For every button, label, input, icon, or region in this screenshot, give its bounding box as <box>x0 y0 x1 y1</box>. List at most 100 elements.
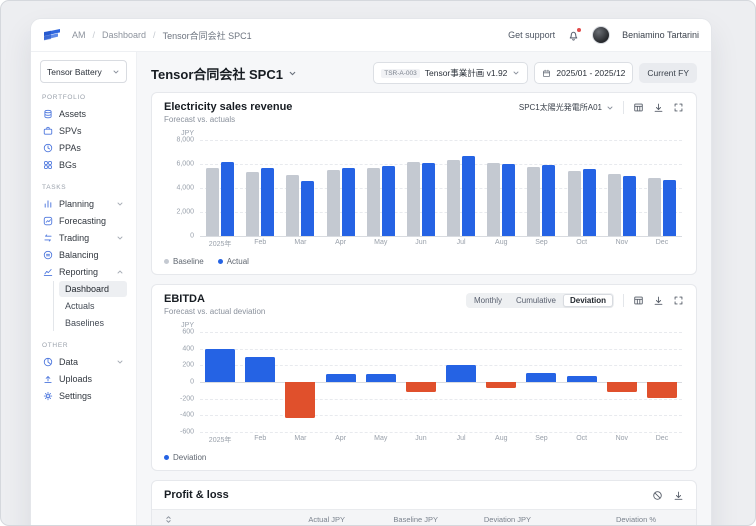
toggle-cumulative[interactable]: Cumulative <box>509 294 563 307</box>
x-axis-label: Dec <box>655 435 669 442</box>
baseline-bar[interactable] <box>366 167 380 236</box>
reporting-subitems: Dashboard Actuals Baselines <box>53 281 127 331</box>
column-header-baseline[interactable]: Baseline JPY <box>345 515 438 524</box>
sidebar: Tensor Battery PORTFOLIO Assets SPVs PPA… <box>31 52 137 525</box>
x-axis-label: Oct <box>576 435 588 442</box>
deviation-bar[interactable] <box>325 374 356 382</box>
plan-version-select[interactable]: TSR-A-003 Tensor事業計画 v1.92 <box>373 62 529 84</box>
view-toggle-group: Monthly Cumulative Deviation <box>465 293 614 308</box>
sidebar-item-planning[interactable]: Planning <box>40 195 127 212</box>
deviation-bar[interactable] <box>526 372 557 382</box>
breadcrumb-item[interactable]: Dashboard <box>102 30 146 40</box>
expand-icon[interactable] <box>673 295 684 306</box>
sidebar-item-reporting[interactable]: Reporting <box>40 263 127 280</box>
sidebar-item-ppas[interactable]: PPAs <box>40 139 127 156</box>
page-title[interactable]: Tensor合同会社 SPC1 <box>151 64 297 83</box>
actual-bar[interactable] <box>261 167 275 236</box>
download-icon[interactable] <box>653 295 664 306</box>
deviation-bar[interactable] <box>646 382 677 399</box>
deviation-bar[interactable] <box>606 382 637 392</box>
actual-bar[interactable] <box>662 179 676 236</box>
deviation-bar[interactable] <box>405 382 436 392</box>
actual-bar[interactable] <box>221 161 235 236</box>
sidebar-item-label: Balancing <box>59 249 99 260</box>
download-icon[interactable] <box>653 102 664 113</box>
actual-bar[interactable] <box>542 165 556 236</box>
deviation-bar[interactable] <box>245 356 276 382</box>
column-header-deviation-pct[interactable]: Deviation % <box>531 515 684 524</box>
baseline-bar[interactable] <box>286 174 300 236</box>
sidebar-item-settings[interactable]: Settings <box>40 387 127 404</box>
legend-item[interactable]: Baseline <box>164 257 204 266</box>
current-fy-button[interactable]: Current FY <box>639 63 697 83</box>
bar-group <box>521 332 561 432</box>
expand-all-icon[interactable] <box>164 515 173 524</box>
breadcrumb-item[interactable]: AM <box>72 30 86 40</box>
page-header: Tensor合同会社 SPC1 TSR-A-003 Tensor事業計画 v1.… <box>137 52 711 92</box>
sidebar-item-label: Assets <box>59 108 87 119</box>
sidebar-item-spvs[interactable]: SPVs <box>40 122 127 139</box>
get-support-link[interactable]: Get support <box>508 30 555 40</box>
baseline-bar[interactable] <box>406 162 420 236</box>
deviation-bar[interactable] <box>566 376 597 382</box>
baseline-bar[interactable] <box>206 167 220 236</box>
actual-bar[interactable] <box>622 176 636 236</box>
deviation-bar[interactable] <box>205 348 236 382</box>
sidebar-subitem-dashboard[interactable]: Dashboard <box>59 281 127 297</box>
sidebar-item-label: Planning <box>59 198 95 209</box>
sidebar-item-forecasting[interactable]: Forecasting <box>40 212 127 229</box>
download-icon[interactable] <box>673 490 684 501</box>
hide-zeros-icon[interactable] <box>652 490 663 501</box>
sidebar-subitem-baselines[interactable]: Baselines <box>59 315 127 331</box>
baseline-bar[interactable] <box>607 174 621 236</box>
sidebar-item-uploads[interactable]: Uploads <box>40 370 127 387</box>
actual-bar[interactable] <box>301 180 315 236</box>
baseline-bar[interactable] <box>567 170 581 236</box>
baseline-bar[interactable] <box>527 167 541 236</box>
bar-group <box>321 332 361 432</box>
table-view-icon[interactable] <box>633 295 644 306</box>
notification-dot <box>577 27 582 32</box>
deviation-bar[interactable] <box>365 374 396 382</box>
baseline-bar[interactable] <box>447 160 461 236</box>
legend-item[interactable]: Deviation <box>164 453 206 462</box>
sidebar-item-bgs[interactable]: BGs <box>40 156 127 173</box>
baseline-bar[interactable] <box>246 172 260 236</box>
sidebar-item-trading[interactable]: Trading <box>40 229 127 246</box>
organization-select[interactable]: Tensor Battery <box>40 60 127 83</box>
baseline-bar[interactable] <box>487 162 501 236</box>
actual-bar[interactable] <box>341 168 355 236</box>
header-controls: TSR-A-003 Tensor事業計画 v1.92 2025/01 - 202… <box>373 62 697 84</box>
main-content: Tensor合同会社 SPC1 TSR-A-003 Tensor事業計画 v1.… <box>137 52 711 525</box>
actual-bar[interactable] <box>381 166 395 236</box>
actual-bar[interactable] <box>582 169 596 236</box>
bar-group <box>200 140 240 236</box>
user-avatar[interactable] <box>592 26 611 44</box>
sidebar-item-assets[interactable]: Assets <box>40 105 127 122</box>
legend-item[interactable]: Actual <box>217 257 249 266</box>
legend-label: Baseline <box>173 257 204 266</box>
sidebar-subitem-actuals[interactable]: Actuals <box>59 298 127 314</box>
actual-bar[interactable] <box>421 163 435 236</box>
column-header-deviation[interactable]: Deviation JPY <box>438 515 531 524</box>
app-logo-icon[interactable] <box>43 28 63 42</box>
baseline-bar[interactable] <box>326 170 340 236</box>
legend-label: Actual <box>226 257 249 266</box>
actual-bar[interactable] <box>502 164 516 236</box>
table-view-icon[interactable] <box>633 102 644 113</box>
toggle-monthly[interactable]: Monthly <box>467 294 509 307</box>
asset-select[interactable]: SPC1太陽光発電所A01 <box>519 102 614 113</box>
baseline-bar[interactable] <box>647 178 661 236</box>
deviation-bar[interactable] <box>446 365 477 382</box>
deviation-bar[interactable] <box>486 382 517 389</box>
notifications-bell-icon[interactable] <box>567 27 582 42</box>
expand-icon[interactable] <box>673 102 684 113</box>
sidebar-item-balancing[interactable]: Balancing <box>40 246 127 263</box>
column-header-actual[interactable]: Actual JPY <box>252 515 345 524</box>
deviation-bar[interactable] <box>285 382 316 418</box>
toggle-deviation[interactable]: Deviation <box>562 294 613 307</box>
date-range-picker[interactable]: 2025/01 - 2025/12 <box>534 62 634 84</box>
sidebar-item-data[interactable]: Data <box>40 353 127 370</box>
actual-bar[interactable] <box>462 155 476 236</box>
user-name[interactable]: Beniamino Tartarini <box>622 30 699 40</box>
